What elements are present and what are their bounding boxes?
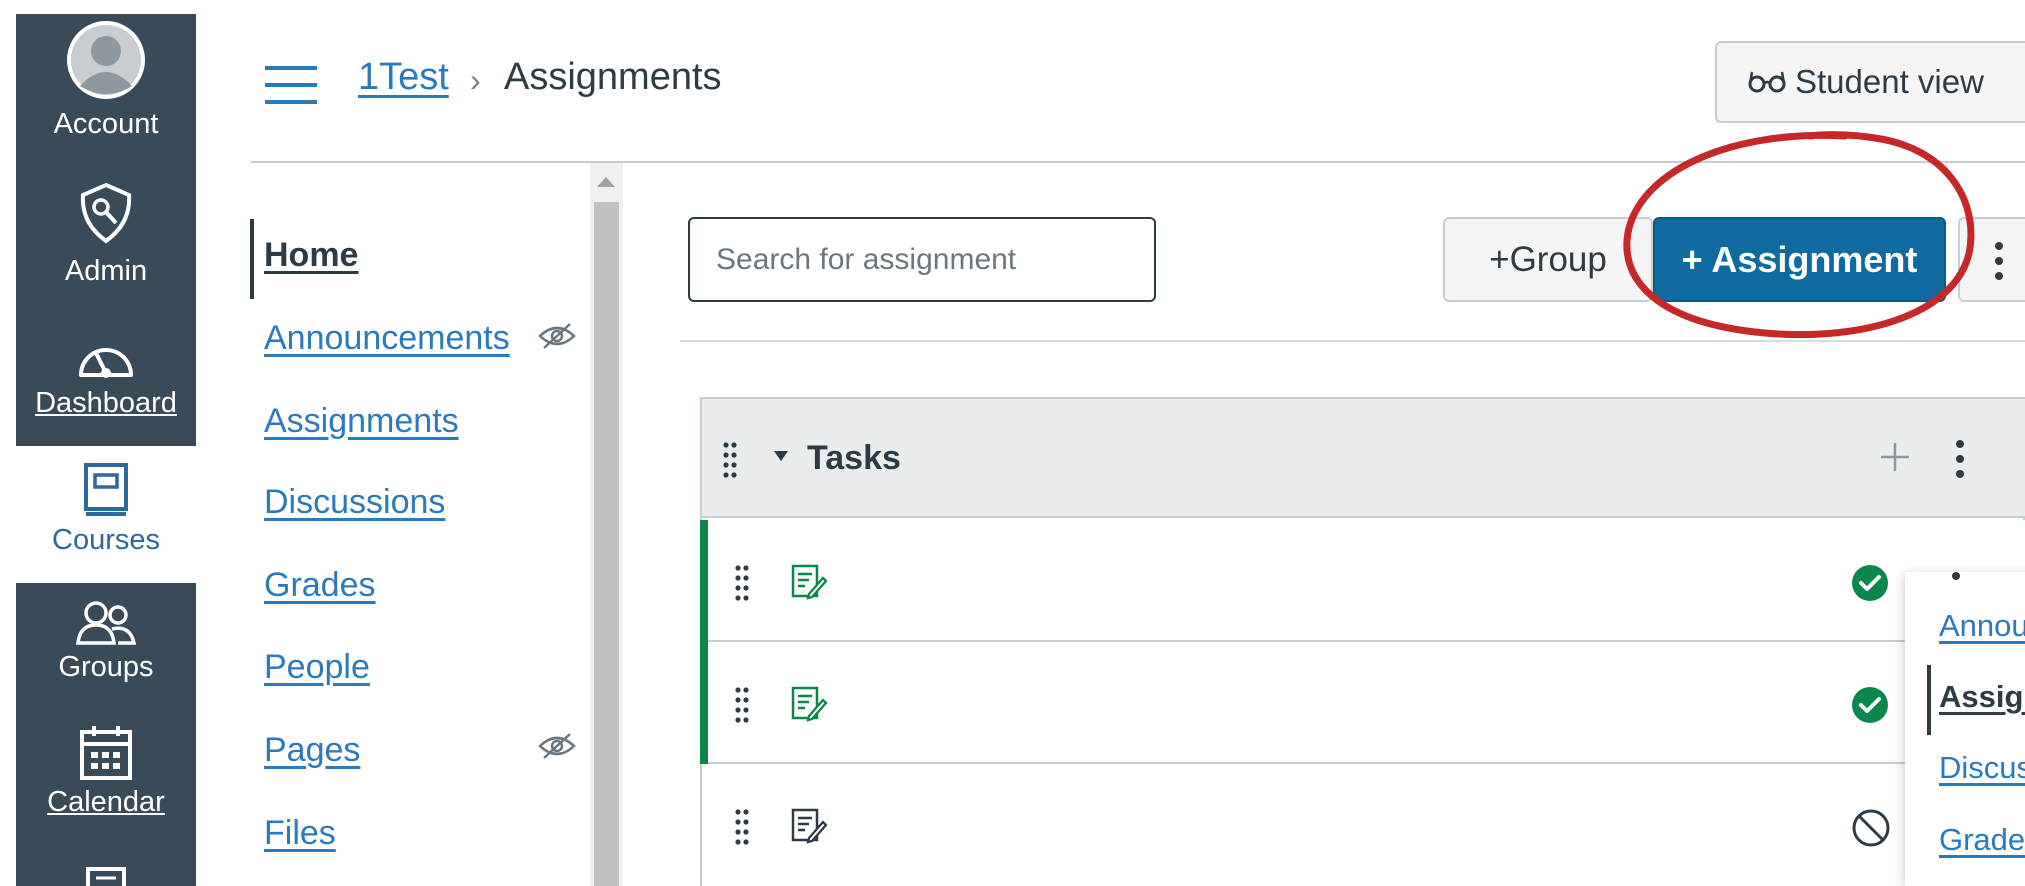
kebab-menu-icon[interactable] <box>1955 439 1965 479</box>
breadcrumb-course-link[interactable]: 1Test <box>358 56 449 99</box>
drag-handle-icon[interactable] <box>734 808 750 846</box>
course-nav-announcements[interactable]: Announcements <box>264 319 510 358</box>
global-nav-account[interactable]: Account <box>16 14 196 149</box>
shield-icon <box>80 182 132 244</box>
caret-down-icon[interactable] <box>774 451 788 461</box>
eye-slash-icon <box>538 323 576 349</box>
student-view-label: Student view <box>1795 63 1984 100</box>
assignment-row[interactable] <box>702 642 2025 764</box>
page-title: Assignments <box>504 56 722 98</box>
kebab-menu-icon[interactable] <box>1951 570 1961 584</box>
scroll-up-arrow-icon[interactable] <box>597 177 615 187</box>
published-indicator-bar <box>700 520 708 642</box>
breadcrumb-separator: › <box>470 62 481 98</box>
global-nav-groups[interactable]: Groups <box>16 595 196 710</box>
assignment-group-title: Tasks <box>807 439 901 477</box>
course-nav-people[interactable]: People <box>264 648 370 687</box>
add-assignment-button[interactable]: + Assignment <box>1653 217 1946 302</box>
popover-item-announcements[interactable]: Annou <box>1939 608 2025 644</box>
course-nav-home[interactable]: Home <box>264 236 358 275</box>
popover-active-indicator <box>1927 665 1931 735</box>
course-nav-discussions[interactable]: Discussions <box>264 483 445 522</box>
avatar-icon <box>67 21 145 99</box>
global-nav-courses[interactable]: Courses <box>16 452 196 577</box>
drag-handle-icon[interactable] <box>734 564 750 602</box>
global-nav-courses-label: Courses <box>52 524 160 556</box>
plus-icon[interactable] <box>1881 443 1909 471</box>
drag-handle-icon[interactable] <box>734 686 750 724</box>
kebab-menu-icon <box>1995 242 2003 280</box>
global-nav-admin-label: Admin <box>64 255 148 287</box>
glasses-icon <box>1748 71 1786 93</box>
search-assignment-input[interactable] <box>688 217 1156 302</box>
global-nav-dashboard[interactable]: Dashboard <box>16 325 196 440</box>
dashboard-icon <box>79 348 133 378</box>
published-check-icon[interactable] <box>1851 686 1889 724</box>
course-nav-assignments[interactable]: Assignments <box>264 402 459 441</box>
published-indicator-bar <box>700 642 708 764</box>
toolbar-divider <box>680 340 2025 342</box>
assignment-row[interactable] <box>702 764 2025 886</box>
global-nav-dashboard-label: Dashboard <box>35 387 177 419</box>
groups-icon <box>76 601 137 645</box>
assignment-row[interactable] <box>702 520 2025 642</box>
student-view-button[interactable]: Student view <box>1715 41 2025 123</box>
calendar-icon <box>80 726 132 780</box>
hamburger-menu-icon[interactable] <box>265 66 317 104</box>
course-nav-files[interactable]: Files <box>264 814 336 853</box>
course-nav-grades[interactable]: Grades <box>264 566 376 605</box>
header-divider <box>251 161 2025 163</box>
eye-slash-icon <box>538 733 576 759</box>
more-options-button[interactable] <box>1958 217 2025 302</box>
book-icon <box>84 463 128 516</box>
course-nav-scrollbar-thumb[interactable] <box>594 202 619 886</box>
course-nav-active-indicator <box>250 219 254 299</box>
global-nav-admin[interactable]: Admin <box>16 175 196 290</box>
unpublished-icon[interactable] <box>1851 808 1891 848</box>
course-nav-pages[interactable]: Pages <box>264 731 360 770</box>
global-nav-groups-label: Groups <box>58 651 154 683</box>
add-group-button[interactable]: +Group <box>1443 217 1653 302</box>
global-nav-calendar[interactable]: Calendar <box>16 718 196 830</box>
assignment-icon <box>791 686 827 722</box>
popover-item-discussions[interactable]: Discus <box>1939 750 2025 786</box>
popover-item-assignments[interactable]: Assign <box>1939 679 2025 715</box>
drag-handle-icon[interactable] <box>722 441 738 479</box>
global-nav-calendar-label: Calendar <box>47 786 165 818</box>
popover-item-grades[interactable]: Grades <box>1939 822 2025 858</box>
published-check-icon[interactable] <box>1851 564 1889 602</box>
assignment-icon <box>791 564 827 600</box>
assignment-icon <box>791 808 827 844</box>
global-nav-account-label: Account <box>53 108 159 140</box>
inbox-icon[interactable] <box>84 866 128 886</box>
